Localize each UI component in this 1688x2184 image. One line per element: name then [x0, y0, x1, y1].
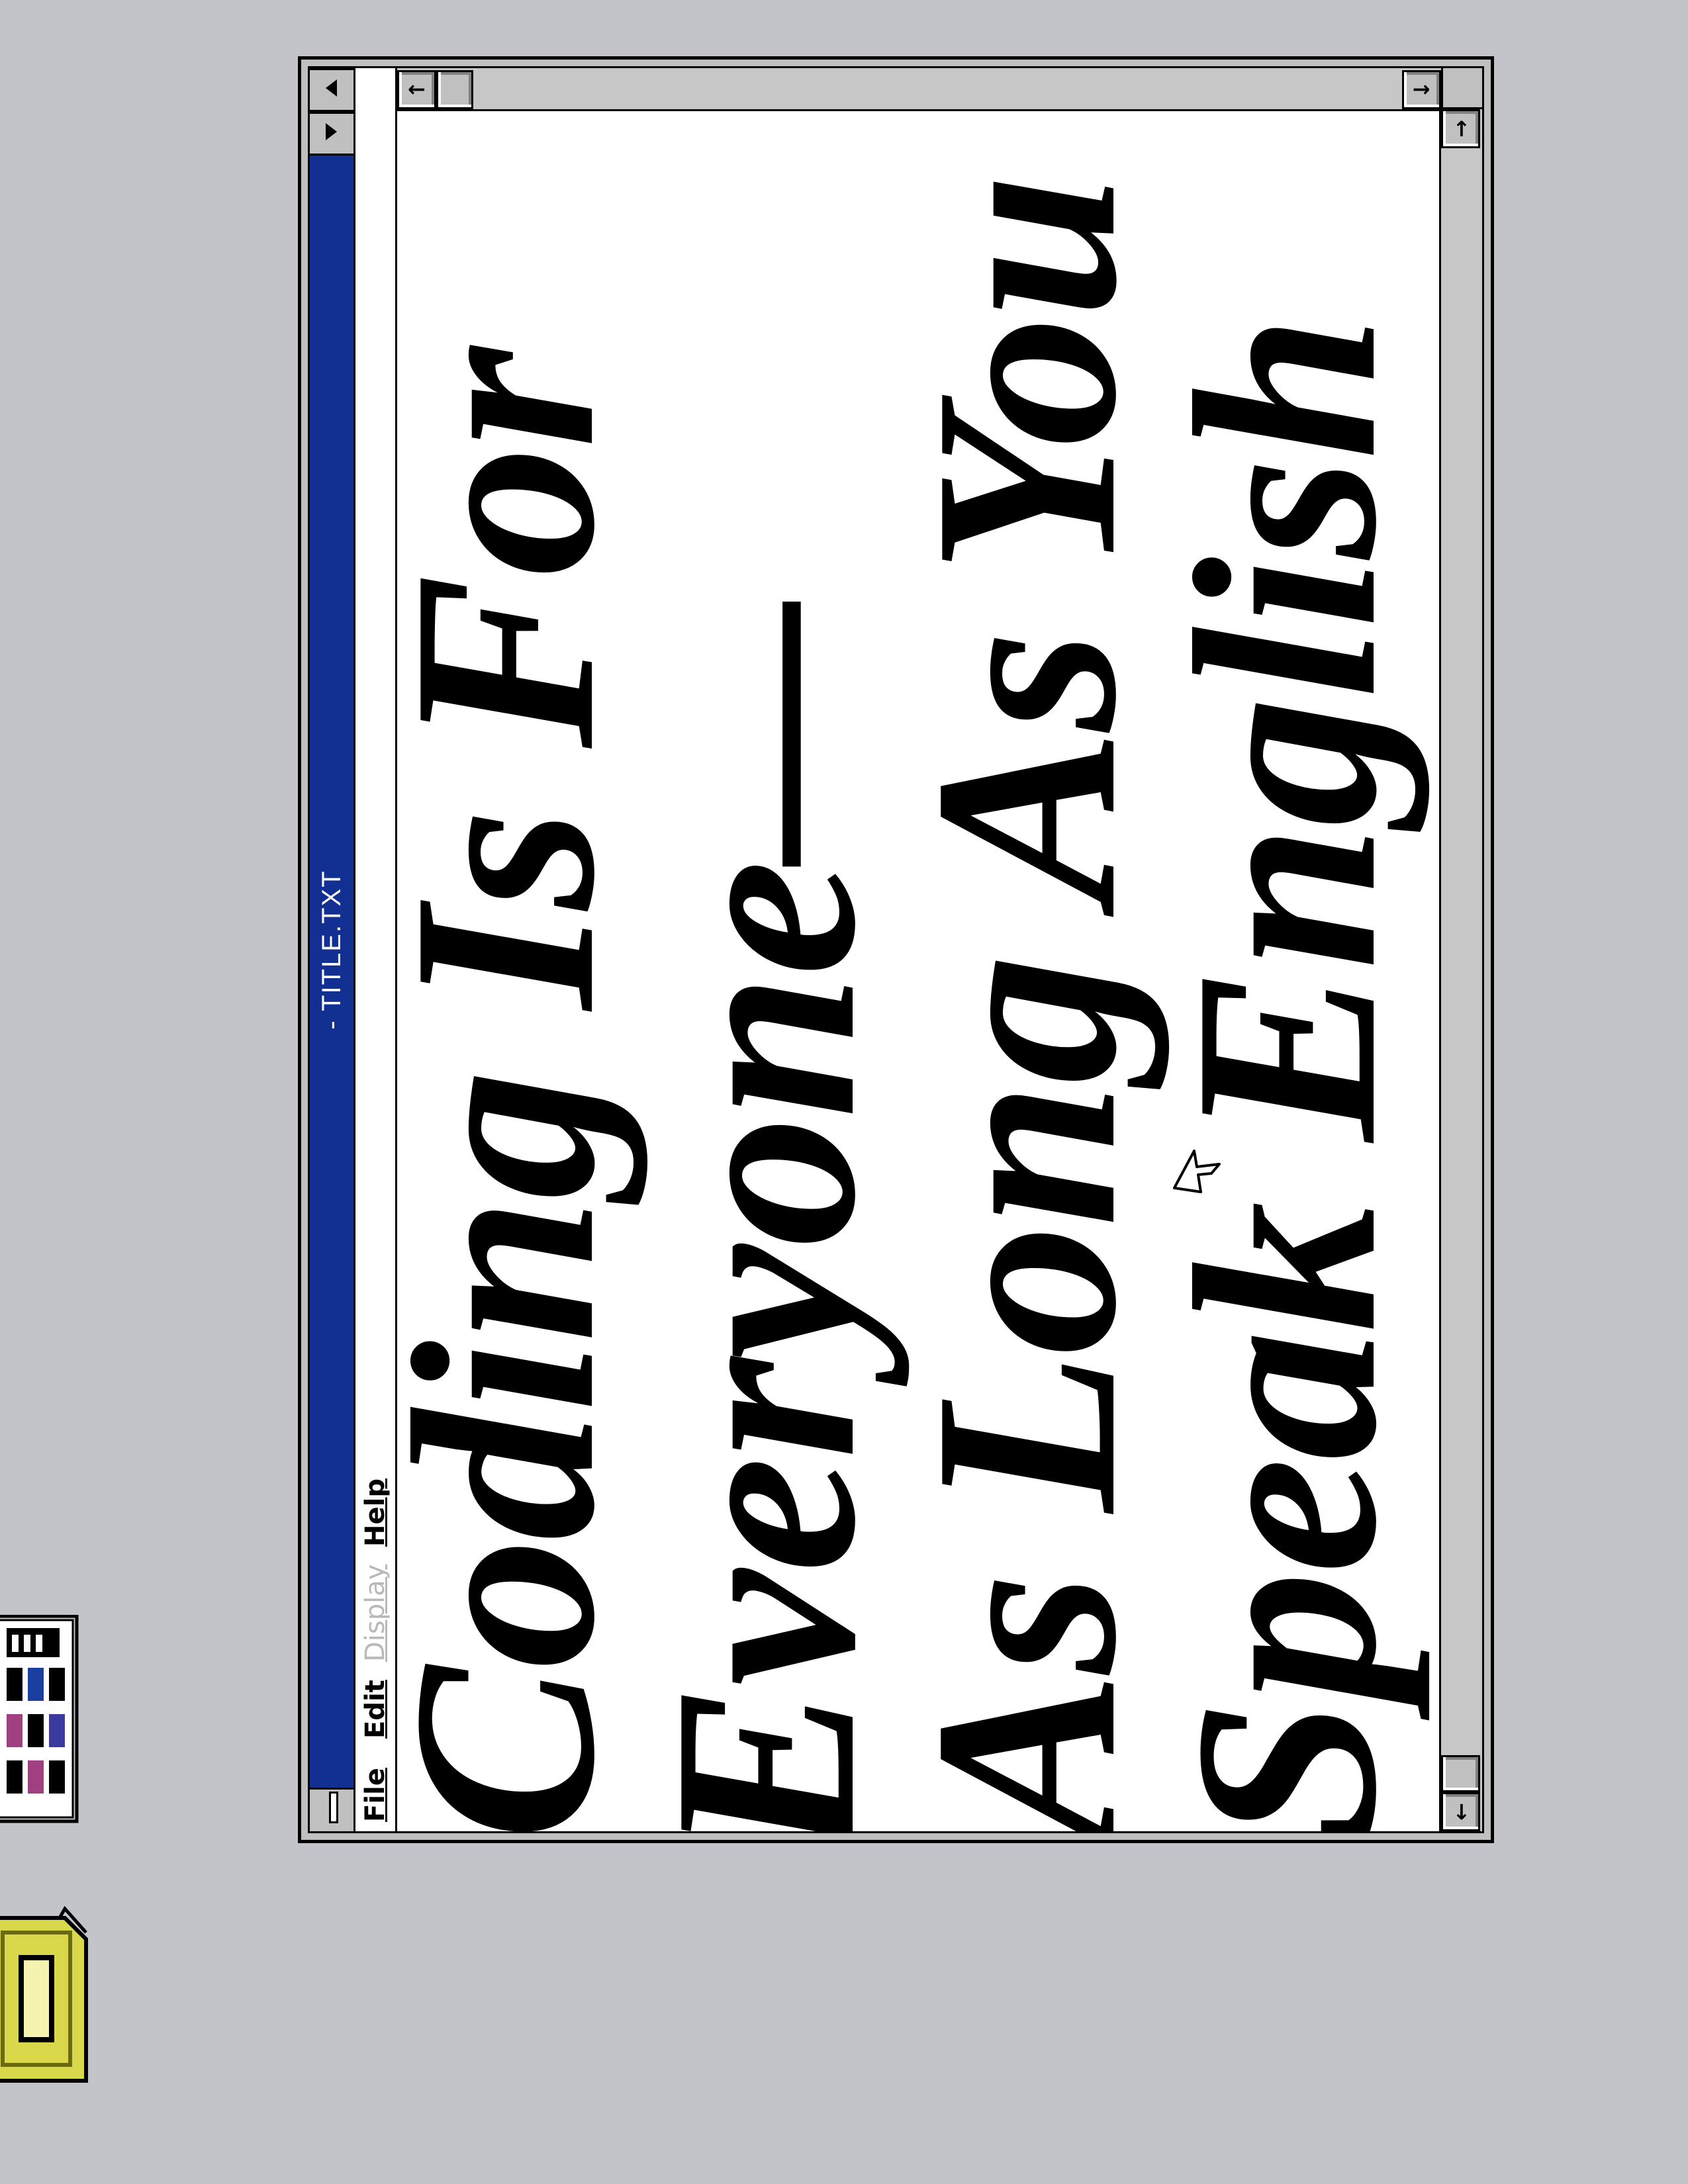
folder-icon[interactable] — [0, 1906, 89, 2085]
scroll-left-button[interactable]: ← — [1441, 1792, 1480, 1831]
title-bar[interactable]: - TITLE.TXT — [310, 68, 355, 1831]
left-arrow-icon: ← — [1448, 1803, 1474, 1821]
scroll-up-button[interactable]: ↑ — [397, 70, 436, 109]
notepad-window[interactable]: - TITLE.TXT File Edit Display Help Codin… — [298, 56, 1494, 1843]
menu-help[interactable]: Help — [355, 1479, 395, 1547]
menu-bar: File Edit Display Help — [355, 68, 397, 1831]
menu-display[interactable]: Display — [355, 1565, 395, 1662]
vertical-scrollbar[interactable]: ↑ ↓ — [397, 68, 1441, 111]
scroll-down-button[interactable]: ↓ — [1402, 70, 1441, 109]
down-arrow-icon: ↓ — [1409, 81, 1434, 99]
window-frame: - TITLE.TXT File Edit Display Help Codin… — [308, 66, 1484, 1833]
vertical-scroll-thumb[interactable] — [436, 70, 473, 109]
mouse-pointer-icon — [1173, 1150, 1221, 1193]
horizontal-scroll-thumb[interactable] — [1441, 1755, 1480, 1792]
program-group-icon[interactable] — [0, 1615, 86, 1824]
scroll-right-button[interactable]: → — [1441, 109, 1480, 148]
menu-file[interactable]: File — [355, 1768, 395, 1822]
document-line: Everyone— — [620, 604, 910, 1831]
up-arrow-icon: ↑ — [404, 81, 430, 99]
document-line: Speak English — [1141, 317, 1430, 1831]
document-area[interactable]: Coding Is For Everyone— As Long As You S… — [397, 109, 1441, 1831]
document-line: Coding Is For — [397, 349, 649, 1831]
minimize-icon[interactable] — [310, 112, 353, 156]
size-grip — [1441, 68, 1482, 109]
document-line: As Long As You — [881, 175, 1170, 1831]
maximize-icon[interactable] — [310, 68, 353, 112]
horizontal-scrollbar[interactable]: ← → — [1439, 109, 1482, 1831]
window-title: - TITLE.TXT — [317, 870, 346, 1030]
right-arrow-icon: → — [1448, 120, 1474, 138]
menu-edit[interactable]: Edit — [355, 1680, 395, 1739]
